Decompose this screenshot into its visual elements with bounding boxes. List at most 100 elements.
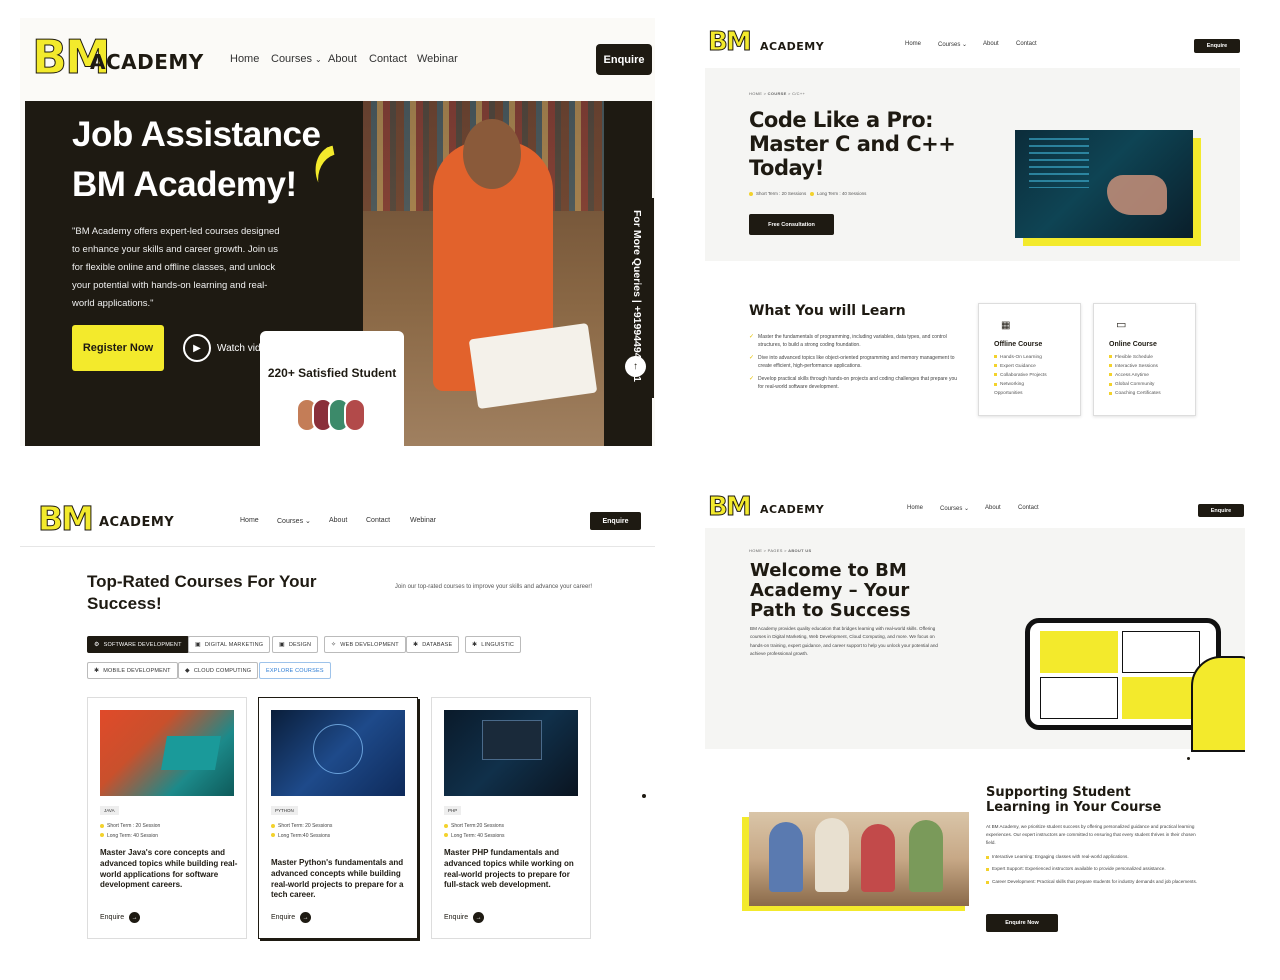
chip-mobile-development[interactable]: ✱ MOBILE DEVELOPMENT	[87, 662, 178, 679]
course-card-java[interactable]: JAVA Short Term : 20 Session Long Term: …	[87, 697, 247, 939]
short-term-label: Short Term:20 Sessions	[451, 823, 504, 829]
support-item: Career Development: Practical skills tha…	[986, 878, 1201, 886]
chip-database[interactable]: ✱ DATABASE	[406, 636, 460, 653]
breadcrumb-pages[interactable]: PAGES	[768, 548, 783, 553]
nav-webinar[interactable]: Webinar	[410, 517, 436, 524]
offline-course-title: Offline Course	[994, 341, 1043, 348]
list-item: Access Anytime	[1109, 371, 1191, 380]
watch-video-button[interactable]: ▶ Watch video	[183, 326, 272, 370]
course-card-php[interactable]: PHP Short Term:20 Sessions Long Term: 40…	[431, 697, 591, 939]
scroll-up-button[interactable]: ↑	[625, 356, 646, 377]
chip-label: DATABASE	[422, 641, 453, 648]
course-card-python[interactable]: PYTHON Short Term: 20 Sessions Long Term…	[258, 697, 418, 939]
bullet-icon	[1109, 382, 1112, 386]
list-item: Expert Guidance	[994, 362, 1076, 371]
chip-design[interactable]: ▣ DESIGN	[272, 636, 319, 653]
nav-home[interactable]: Home	[230, 53, 259, 65]
nav-contact[interactable]: Contact	[369, 53, 407, 65]
enquire-button[interactable]: Enquire	[1198, 504, 1244, 517]
enquire-now-button[interactable]: Enquire Now	[986, 914, 1058, 932]
session-info: Short Term : 20 Sessions Long Term : 40 …	[749, 191, 866, 196]
chip-linguistic[interactable]: ✱ LINGUISTIC	[465, 636, 522, 653]
online-course-title: Online Course	[1109, 341, 1157, 348]
enquire-button[interactable]: Enquire	[590, 512, 641, 530]
nav-about[interactable]: About	[985, 505, 1001, 511]
nav-contact[interactable]: Contact	[1016, 41, 1037, 47]
nav-about[interactable]: About	[329, 517, 347, 524]
bullet-icon	[1109, 355, 1112, 359]
course-enquire-link[interactable]: Enquire →	[271, 912, 312, 923]
course-enquire-link[interactable]: Enquire →	[444, 912, 485, 923]
nav-contact[interactable]: Contact	[1018, 505, 1039, 511]
about-hero: HOME > PAGES > ABOUT US Welcome to BM Ac…	[705, 528, 1245, 752]
short-term-dot-icon	[271, 823, 275, 828]
course-sessions: Short Term: 20 Sessions Long Term:40 Ses…	[271, 822, 332, 841]
course-tag: PYTHON	[271, 806, 298, 815]
nav-courses[interactable]: Courses ⌄	[277, 517, 311, 525]
breadcrumb-course[interactable]: COURSE	[768, 91, 787, 96]
nav-home[interactable]: Home	[240, 517, 259, 524]
offline-course-card[interactable]: ▦ Offline Course Hands-On Learning Exper…	[978, 303, 1081, 416]
support-item-text: Interactive Learning: Engaging classes w…	[992, 854, 1129, 859]
bullet-icon	[1109, 373, 1112, 377]
arrow-up-icon: ↑	[633, 361, 638, 372]
logo-mark[interactable]: BM	[38, 499, 95, 539]
enquire-button[interactable]: Enquire	[1194, 39, 1240, 53]
nav-courses[interactable]: Courses ⌄	[938, 41, 967, 48]
explore-courses-link[interactable]: EXPLORE COURSES	[259, 662, 331, 679]
chip-cloud-computing[interactable]: ◆ CLOUD COMPUTING	[178, 662, 259, 679]
breadcrumb-home[interactable]: HOME	[749, 91, 762, 96]
course-thumbnail-python	[271, 710, 405, 796]
code-image	[1015, 130, 1193, 238]
nav-courses[interactable]: Courses ⌄	[271, 53, 322, 65]
chip-software-development[interactable]: ⚙ SOFTWARE DEVELOPMENT	[87, 636, 189, 653]
list-item-text: Networking Opportunities	[994, 382, 1024, 397]
logo-mark[interactable]: BM	[708, 492, 753, 523]
chip-digital-marketing[interactable]: ▣ DIGITAL MARKETING	[188, 636, 271, 653]
swoosh-decor-icon	[314, 144, 336, 186]
long-term-label: Long Term:40 Sessions	[278, 832, 331, 839]
queries-side-tab[interactable]: For More Queries | +919944940051 ↑	[617, 198, 654, 398]
register-now-button[interactable]: Register Now	[72, 325, 164, 371]
nav-webinar[interactable]: Webinar	[417, 53, 458, 65]
hero-section: Job Assistance BM Academy! "BM Academy o…	[25, 101, 652, 446]
nav-courses[interactable]: Courses ⌄	[940, 505, 969, 512]
chip-label: CLOUD COMPUTING	[193, 667, 252, 674]
panel-about: BM ACADEMY Home Courses ⌄ About Contact …	[705, 490, 1245, 950]
megaphone-icon: ▣	[195, 642, 201, 648]
logo-text[interactable]: ACADEMY	[90, 50, 204, 74]
header: BM ACADEMY Home Courses ⌄ About Contact …	[20, 18, 655, 101]
online-course-card[interactable]: ▭ Online Course Flexible Schedule Intera…	[1093, 303, 1196, 416]
breadcrumb-home[interactable]: HOME	[749, 548, 762, 553]
learn-item: ✓ Dive into advanced topics like object-o…	[749, 354, 959, 370]
long-term-label: Long Term : 40 Sessions	[816, 191, 867, 196]
nav-courses-label: Courses	[277, 518, 304, 525]
nav-contact[interactable]: Contact	[366, 517, 390, 524]
chip-web-development[interactable]: ✧ WEB DEVELOPMENT	[324, 636, 406, 653]
logo-mark[interactable]: BM	[708, 27, 753, 58]
list-item-text: Collaborative Projects	[1000, 373, 1047, 379]
learn-item: ✓ Master the fundamentals of programming,…	[749, 333, 959, 349]
enquire-button[interactable]: Enquire	[596, 44, 652, 75]
course-enquire-link[interactable]: Enquire →	[100, 912, 141, 923]
avatar	[344, 398, 366, 432]
logo-text[interactable]: ACADEMY	[760, 503, 824, 516]
chevron-down-icon: ⌄	[315, 55, 322, 64]
chip-label: SOFTWARE DEVELOPMENT	[103, 641, 182, 648]
course-description: Master PHP fundamentals and advanced top…	[444, 848, 574, 890]
monitor-icon: ▭	[1116, 319, 1127, 331]
course-tag: PHP	[444, 806, 462, 815]
nav-home[interactable]: Home	[905, 41, 921, 47]
course-description: Master Python's fundamentals and advance…	[271, 858, 404, 900]
nav-about[interactable]: About	[328, 53, 357, 65]
database-icon: ✱	[413, 642, 419, 648]
logo-text[interactable]: ACADEMY	[99, 515, 174, 530]
language-icon: ✱	[472, 642, 478, 648]
free-consultation-button[interactable]: Free Consultation	[749, 214, 834, 235]
logo-text[interactable]: ACADEMY	[760, 40, 824, 53]
nav-courses-label: Courses	[938, 42, 961, 48]
nav-home[interactable]: Home	[907, 505, 923, 511]
support-item-text: Career Development: Practical skills tha…	[992, 878, 1198, 884]
course-enquire-label: Enquire	[271, 914, 296, 921]
nav-about[interactable]: About	[983, 41, 999, 47]
